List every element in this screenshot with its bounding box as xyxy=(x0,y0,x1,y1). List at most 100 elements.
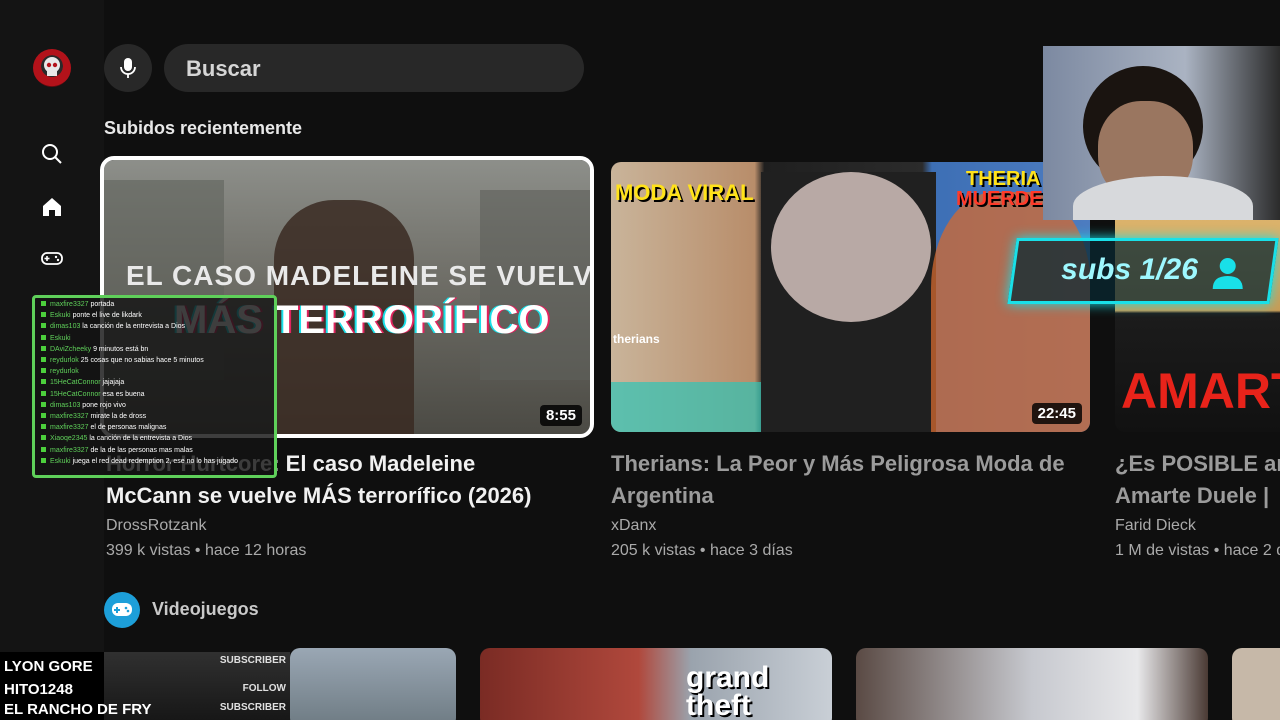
chat-message: dimas103 la canción de la entrevista a D… xyxy=(41,322,185,331)
chat-username: maxfire3327 xyxy=(50,301,91,308)
chat-text: pone rojo vivo xyxy=(82,401,126,409)
subs-counter-banner: subs 1/26 xyxy=(1007,238,1279,304)
section-title-games: Videojuegos xyxy=(152,599,259,619)
chat-text: 25 cosas que no sabias hace 5 minutos xyxy=(80,357,204,364)
chat-badge-icon xyxy=(41,435,46,441)
event-name: LYON GORE xyxy=(4,658,93,675)
channel-name[interactable]: xDanx xyxy=(611,517,656,535)
gamepad-icon xyxy=(104,592,140,628)
thumbnail-caption: grand theft xyxy=(686,661,770,720)
event-action: SUBSCRIBER xyxy=(219,655,286,666)
chat-badge-icon xyxy=(41,379,46,385)
channel-name[interactable]: DrossRotzank xyxy=(106,517,206,535)
channel-logo[interactable] xyxy=(33,49,71,87)
event-name: HITO1248 xyxy=(4,681,73,698)
subs-counter-text: subs 1/26 xyxy=(1061,253,1198,286)
chat-username: reydurlok xyxy=(50,368,79,376)
chat-username: Xiaoqe2345 xyxy=(50,435,90,443)
chat-username: DAviZcheeky xyxy=(50,345,94,353)
chat-message: dimas103 pone rojo vivo xyxy=(41,401,126,410)
chat-message: maxfire3327 el de personas malignas xyxy=(41,423,166,432)
game-thumbnail-2[interactable]: grand theft xyxy=(480,648,832,720)
event-action: FOLLOW xyxy=(242,683,286,694)
video-title-line[interactable]: Therians: La Peor y Más Peligrosa Moda d… xyxy=(611,448,1091,480)
chat-username: Eskuki xyxy=(50,457,73,465)
chat-message: reydurlok 25 cosas que no sabias hace 5 … xyxy=(41,356,204,365)
chat-badge-icon xyxy=(41,323,46,329)
chat-message: Eskuki xyxy=(41,334,71,343)
chat-badge-icon xyxy=(41,368,46,374)
event-name: EL RANCHO DE FRY xyxy=(4,701,152,718)
video-meta: 1 M de vistas • hace 2 d xyxy=(1115,542,1280,559)
stream-chat-overlay: maxfire3327 portada Eskuki ponte el live … xyxy=(32,295,277,478)
chat-text: esa es buena xyxy=(102,390,145,398)
chat-message: 15HeCatConnor esa es buena xyxy=(41,390,145,399)
home-icon[interactable] xyxy=(40,195,64,219)
chat-badge-icon xyxy=(41,345,46,351)
thumbnail-caption: AMART xyxy=(1121,363,1280,419)
chat-text: jajajaja xyxy=(102,379,125,387)
video-title-line[interactable]: Argentina xyxy=(611,480,1091,512)
webcam-overlay xyxy=(1043,46,1280,220)
chat-username: dimas103 xyxy=(50,323,83,331)
chat-message: maxfire3327 de la de las personas mas ma… xyxy=(41,446,193,455)
chat-username: reydurlok xyxy=(50,357,81,364)
chat-text: mirate la de dross xyxy=(90,413,147,420)
game-thumbnail-4[interactable] xyxy=(1232,648,1280,720)
chat-message: 15HeCatConnor jajajaja xyxy=(41,378,124,387)
video-title-line[interactable]: Amarte Duele | xyxy=(1115,480,1280,512)
skull-icon xyxy=(44,57,60,76)
chat-badge-icon xyxy=(41,390,46,396)
game-thumbnail-1[interactable] xyxy=(290,648,456,720)
video-meta: 399 k vistas • hace 12 horas xyxy=(106,542,307,559)
search-placeholder: Buscar xyxy=(186,56,261,81)
chat-username: maxfire3327 xyxy=(50,424,91,432)
chat-badge-icon xyxy=(41,424,46,430)
chat-username: dimas103 xyxy=(50,401,83,409)
chat-badge-icon xyxy=(41,334,46,340)
section-title-recent: Subidos recientemente xyxy=(104,118,303,138)
video-duration: 8:55 xyxy=(539,405,582,426)
chat-username: Eskuki xyxy=(50,312,73,320)
chat-text: juega el red dead redemption 2, ese no l… xyxy=(72,457,238,465)
chat-message: maxfire3327 mirate la de dross xyxy=(41,412,146,421)
microphone-icon xyxy=(120,58,136,78)
chat-text: de la de las personas mas malas xyxy=(90,446,193,454)
thumbnail-caption: therians xyxy=(613,332,660,346)
chat-text: portada xyxy=(90,301,115,308)
chat-message: Eskuki ponte el live de likdark xyxy=(41,311,142,320)
chat-badge-icon xyxy=(41,401,46,407)
game-thumbnail-3[interactable] xyxy=(856,648,1208,720)
thumbnail-caption: MODA VIRAL xyxy=(615,180,754,205)
stream-events-panel: LYON GORE SUBSCRIBER HITO1248 FOLLOW EL … xyxy=(0,652,290,720)
chat-text: la canción de la entrevista a Dios xyxy=(82,323,186,331)
channel-name[interactable]: Farid Dieck xyxy=(1115,517,1196,535)
chat-message: reydurlok xyxy=(41,367,79,376)
chat-message: Xiaoqe2345 la canción de la entrevista a… xyxy=(41,434,192,443)
chat-text: 9 minutos está bn xyxy=(93,345,149,353)
video-title-line[interactable]: ¿Es POSIBLE ar xyxy=(1115,448,1280,480)
chat-message: Eskuki juega el red dead redemption 2, e… xyxy=(41,457,238,466)
video-meta: 205 k vistas • hace 3 días xyxy=(611,542,793,559)
chat-badge-icon xyxy=(41,446,46,452)
chat-message: DAviZcheeky 9 minutos está bn xyxy=(41,345,148,354)
video-title-line[interactable]: McCann se vuelve MÁS terrorífico (2026) xyxy=(106,480,590,512)
chat-badge-icon xyxy=(41,312,46,318)
chat-badge-icon xyxy=(41,413,46,418)
search-input[interactable]: Buscar xyxy=(164,44,584,92)
search-icon[interactable] xyxy=(40,142,64,166)
chat-username: Eskuki xyxy=(50,334,71,342)
chat-text: la canción de la entrevista a Dios xyxy=(89,435,193,443)
chat-text: el de personas malignas xyxy=(90,424,167,432)
chat-badge-icon xyxy=(41,301,46,306)
chat-text: ponte el live de likdark xyxy=(72,312,142,320)
chat-username: 15HeCatConnor xyxy=(50,379,103,387)
voice-search-button[interactable] xyxy=(104,44,152,92)
gamepad-icon[interactable] xyxy=(40,246,64,270)
chat-username: 15HeCatConnor xyxy=(50,390,103,398)
chat-message: maxfire3327 portada xyxy=(41,300,114,309)
video-duration: 22:45 xyxy=(1031,403,1082,424)
chat-badge-icon xyxy=(41,457,46,463)
event-action: SUBSCRIBER xyxy=(219,702,286,713)
chat-username: maxfire3327 xyxy=(50,413,91,420)
